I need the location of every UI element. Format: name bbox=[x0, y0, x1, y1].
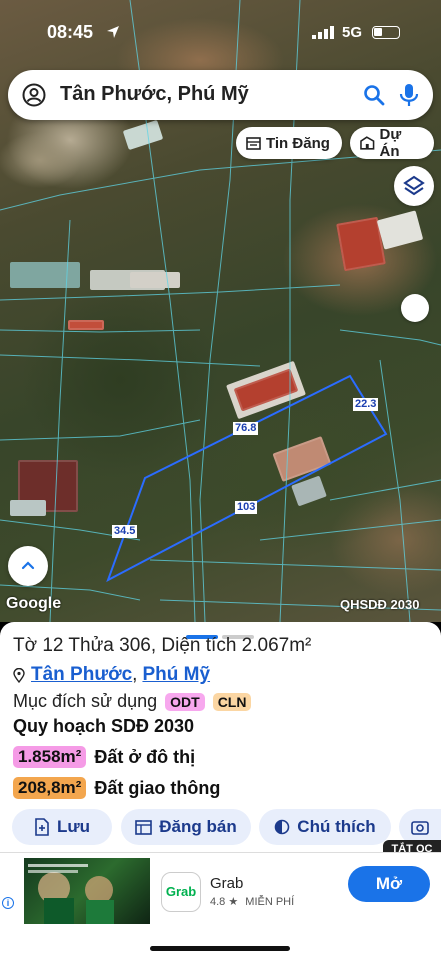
purpose-tag[interactable]: CLN bbox=[212, 692, 252, 711]
mic-icon[interactable] bbox=[398, 82, 420, 108]
plan-watermark: QHSDĐ 2030 bbox=[340, 597, 420, 612]
area-label: Đất ở đô thị bbox=[94, 746, 196, 767]
app-price: MIỄN PHÍ bbox=[245, 896, 295, 908]
area-value: 208,8m² bbox=[13, 777, 87, 799]
legend-button[interactable]: Chú thích bbox=[259, 809, 391, 845]
projects-chip-label: Dự Án bbox=[379, 126, 402, 160]
area-breakdown-row: 208,8m² Đất giao thông bbox=[13, 777, 220, 799]
listings-chip-label: Tin Đăng bbox=[266, 134, 330, 152]
area-value: 1.858m² bbox=[13, 746, 87, 768]
app-name: Grab bbox=[210, 875, 244, 892]
ad-image[interactable] bbox=[24, 858, 150, 924]
parcel-title: Tờ 12 Thửa 306, Diện tích 2.067m² bbox=[13, 635, 312, 656]
listing-icon bbox=[135, 819, 153, 835]
search-bar[interactable]: Tân Phước, Phú Mỹ bbox=[8, 70, 433, 120]
purpose-label: Mục đích sử dụng bbox=[13, 691, 158, 711]
location-separator: , bbox=[132, 664, 138, 685]
open-app-button[interactable]: Mở bbox=[348, 866, 430, 902]
layers-button[interactable] bbox=[394, 166, 434, 206]
status-bar: 08:45 5G bbox=[0, 20, 441, 46]
parcel-info-sheet: Tờ 12 Thửa 306, Diện tích 2.067m² Tân Ph… bbox=[0, 622, 441, 852]
app-rating: 4.8 ★ bbox=[210, 896, 239, 908]
area-breakdown-row: 1.858m² Đất ở đô thị bbox=[13, 746, 195, 768]
ad-illustration bbox=[28, 864, 114, 924]
battery-icon bbox=[372, 26, 400, 39]
grab-app-icon[interactable]: Grab bbox=[161, 872, 201, 912]
building-icon bbox=[360, 136, 375, 150]
legend-button-label: Chú thích bbox=[297, 817, 376, 836]
network-type: 5G bbox=[342, 24, 363, 41]
parcel-dimension-label: 34.5 bbox=[112, 525, 138, 538]
search-input[interactable]: Tân Phước, Phú Mỹ bbox=[60, 83, 249, 106]
area-label: Đất giao thông bbox=[94, 777, 221, 798]
listing-icon bbox=[246, 136, 261, 150]
town-link[interactable]: Phú Mỹ bbox=[142, 664, 210, 686]
parcel-boundary bbox=[106, 374, 388, 583]
account-icon[interactable] bbox=[22, 83, 46, 107]
post-listing-button[interactable]: Đăng bán bbox=[121, 809, 251, 845]
projects-chip[interactable]: Dự Án bbox=[350, 126, 434, 160]
parcel-dimension-label: 103 bbox=[235, 501, 258, 514]
post-listing-label: Đăng bán bbox=[159, 817, 237, 836]
location-arrow-icon bbox=[107, 26, 119, 38]
expand-sheet-button[interactable] bbox=[8, 546, 48, 586]
save-button-label: Lưu bbox=[56, 817, 91, 836]
home-bar bbox=[0, 932, 441, 960]
ward-link[interactable]: Tân Phước bbox=[31, 664, 132, 686]
listings-chip[interactable]: Tin Đăng bbox=[236, 127, 342, 159]
parcel-location: Tân Phước , Phú Mỹ bbox=[13, 664, 210, 686]
app-meta: 4.8 ★ MIỄN PHÍ bbox=[210, 895, 294, 908]
google-logo: Google bbox=[6, 595, 62, 612]
map-marker-button[interactable] bbox=[401, 294, 429, 322]
parcel-dimension-label: 22.3 bbox=[353, 398, 379, 411]
ad-info-icon[interactable]: i bbox=[2, 897, 14, 909]
clock: 08:45 bbox=[47, 22, 94, 42]
location-pin-icon bbox=[13, 667, 25, 683]
save-button[interactable]: Lưu bbox=[12, 809, 112, 845]
contrast-icon bbox=[274, 819, 290, 835]
chevron-up-icon bbox=[21, 561, 35, 570]
add-file-icon bbox=[35, 818, 49, 836]
camera-icon bbox=[411, 821, 429, 835]
ad-banner[interactable]: i Grab Grab 4.8 ★ MIỄN PHÍ Mở bbox=[0, 852, 441, 932]
purpose-tag[interactable]: ODT bbox=[165, 692, 205, 711]
plan-title: Quy hoạch SDĐ 2030 bbox=[13, 716, 195, 736]
layers-icon bbox=[403, 175, 425, 196]
land-use-purpose: Mục đích sử dụng ODT CLN bbox=[13, 691, 252, 712]
signal-icon bbox=[312, 26, 334, 39]
parcel-dimension-label: 76.8 bbox=[233, 422, 259, 435]
search-icon[interactable] bbox=[362, 83, 386, 107]
home-indicator[interactable] bbox=[150, 946, 290, 951]
